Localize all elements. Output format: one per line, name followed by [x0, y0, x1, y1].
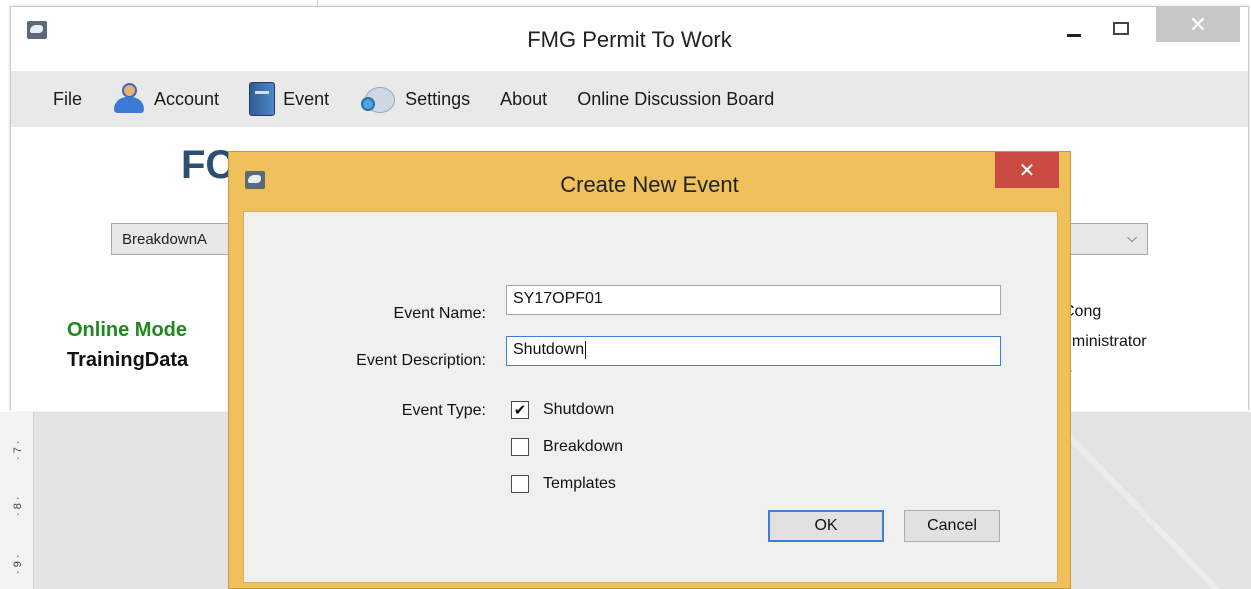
menu-about-label: About — [500, 88, 548, 109]
menu-file-label: File — [53, 88, 83, 109]
menu-account-label: Account — [154, 88, 220, 109]
menu-discussion-board[interactable]: Online Discussion Board — [577, 89, 774, 110]
checkbox-checked-icon[interactable]: ✔ — [511, 401, 529, 419]
event-select-value: BreakdownA — [122, 231, 208, 248]
checkbox-shutdown-label: Shutdown — [543, 401, 615, 418]
connection-mode-label: Online Mode — [67, 319, 187, 341]
event-type-label: Event Type: — [401, 402, 486, 419]
database-label: TrainingData — [67, 349, 189, 371]
checkbox-unchecked-icon[interactable] — [511, 475, 529, 493]
chevron-down-icon: ⌵ — [1127, 230, 1137, 245]
checkbox-shutdown[interactable]: ✔ Shutdown — [511, 401, 614, 419]
maximize-icon — [1113, 21, 1129, 35]
maximize-button[interactable] — [1106, 7, 1136, 49]
event-description-label: Event Description: — [356, 352, 486, 369]
event-name-value: SY17OPF01 — [513, 290, 603, 307]
cancel-button[interactable]: Cancel — [904, 510, 1000, 542]
event-description-input[interactable]: Shutdown — [506, 336, 1001, 366]
book-icon — [249, 82, 276, 116]
checkbox-unchecked-icon[interactable] — [511, 438, 529, 456]
ruler-mark-8: · 8 · — [12, 496, 24, 516]
menu-settings[interactable]: Settings — [359, 83, 470, 115]
main-titlebar[interactable]: FMG Permit To Work ✕ — [11, 7, 1248, 71]
menu-file[interactable]: File — [53, 89, 82, 110]
close-icon: ✕ — [1188, 11, 1208, 37]
ok-button[interactable]: OK — [768, 510, 884, 542]
dialog-close-button[interactable]: ✕ — [995, 152, 1059, 188]
menu-event-label: Event — [283, 88, 330, 109]
ruler-mark-9: · 9 · — [12, 554, 24, 574]
checkbox-templates[interactable]: Templates — [511, 475, 616, 493]
ruler-mark-7: · 7 · — [12, 440, 24, 460]
window-close-button[interactable]: ✕ — [1156, 7, 1240, 42]
vertical-ruler[interactable]: · 7 · · 8 · · 9 · — [0, 412, 34, 589]
account-icon — [112, 83, 146, 115]
page-title: FC — [181, 143, 235, 187]
dialog-body: Event Name: SY17OPF01 Event Description:… — [243, 211, 1058, 583]
event-name-input[interactable]: SY17OPF01 — [506, 285, 1001, 315]
checkbox-templates-label: Templates — [543, 475, 616, 492]
minimize-icon — [1067, 33, 1081, 37]
create-event-dialog: Create New Event ✕ Event Name: SY17OPF01… — [228, 151, 1071, 589]
event-description-value: Shutdown — [513, 341, 585, 359]
menu-event[interactable]: Event — [249, 82, 329, 116]
screen: · 7 · · 8 · · 9 · FMG Permit To Work ✕ F… — [0, 0, 1251, 589]
text-cursor — [585, 341, 587, 359]
menu-about[interactable]: About — [500, 89, 547, 110]
minimize-button[interactable] — [1059, 7, 1089, 49]
menu-bar: File Account Event Settings About Online… — [11, 71, 1248, 127]
close-icon: ✕ — [1018, 159, 1036, 182]
dialog-title: Create New Event — [560, 172, 739, 197]
settings-database-icon — [359, 83, 397, 115]
menu-account[interactable]: Account — [112, 83, 219, 115]
checkbox-breakdown-label: Breakdown — [543, 438, 624, 455]
event-name-label: Event Name: — [393, 305, 486, 322]
checkbox-breakdown[interactable]: Breakdown — [511, 438, 623, 456]
user-role: dministrator — [1063, 333, 1147, 350]
menu-settings-label: Settings — [405, 88, 471, 109]
menu-discussion-label: Online Discussion Board — [577, 88, 775, 109]
